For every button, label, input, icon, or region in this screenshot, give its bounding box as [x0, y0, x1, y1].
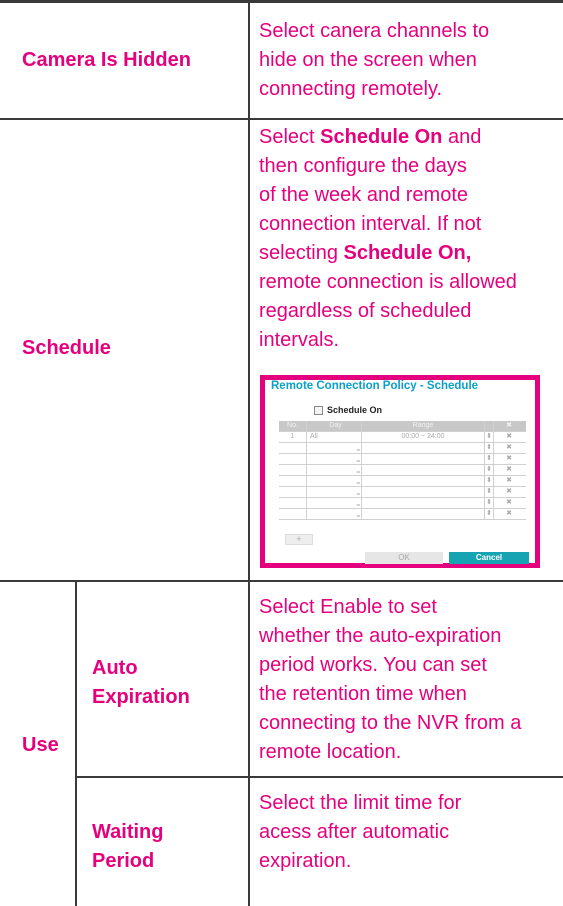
spinner-icon[interactable]: ⬍: [485, 509, 494, 519]
sub-column-divider: [75, 582, 77, 906]
delete-row-icon[interactable]: ✖: [494, 432, 524, 442]
delete-row-icon[interactable]: ✖: [494, 476, 524, 486]
waiting-period-label: Waiting Period: [92, 821, 164, 872]
spinner-icon[interactable]: ⬍: [485, 443, 494, 453]
schedule-table: No. Day Range ✖ 1 All 00:00 ~ 24:00 ⬍ ✖ …: [279, 421, 526, 520]
column-divider: [248, 0, 250, 906]
camera-hidden-description: Select canera channels to hide on the sc…: [259, 20, 490, 100]
delete-row-icon[interactable]: ✖: [494, 443, 524, 453]
spinner-icon[interactable]: ⬍: [485, 454, 494, 464]
auto-expiration-label: Auto Expiration: [92, 657, 190, 708]
spinner-icon[interactable]: ⬍: [485, 432, 494, 442]
row-divider: [0, 118, 563, 120]
ok-button[interactable]: OK: [365, 552, 443, 564]
row-divider: [0, 580, 563, 582]
waiting-period-description: Select the limit time for acess after au…: [259, 792, 462, 872]
delete-row-icon[interactable]: ✖: [494, 454, 524, 464]
delete-row-icon[interactable]: ✖: [494, 498, 524, 508]
table-row[interactable]: ‗ ⬍ ✖: [279, 509, 526, 520]
cancel-button[interactable]: Cancel: [449, 552, 529, 564]
dialog-title: Remote Connection Policy - Schedule: [271, 380, 479, 392]
schedule-label: Schedule: [22, 337, 111, 359]
table-top-border: [0, 0, 563, 3]
delete-row-icon[interactable]: ✖: [494, 509, 524, 519]
table-row[interactable]: 1 All 00:00 ~ 24:00 ⬍ ✖: [279, 432, 526, 443]
spinner-icon[interactable]: ⬍: [485, 498, 494, 508]
schedule-description: Select Schedule On and then configure th…: [259, 126, 517, 351]
delete-row-icon[interactable]: ✖: [494, 487, 524, 497]
add-row-button[interactable]: +: [285, 534, 313, 545]
schedule-dialog-screenshot: Remote Connection Policy - Schedule Sche…: [260, 375, 540, 568]
table-row[interactable]: ‗ ⬍ ✖: [279, 476, 526, 487]
row-divider: [76, 776, 563, 778]
table-row[interactable]: ‗ ⬍ ✖: [279, 498, 526, 509]
camera-hidden-label: Camera Is Hidden: [22, 49, 191, 71]
schedule-on-checkbox[interactable]: Schedule On: [314, 405, 382, 415]
table-row[interactable]: ‗ ⬍ ✖: [279, 443, 526, 454]
table-row[interactable]: ‗ ⬍ ✖: [279, 465, 526, 476]
checkbox-icon[interactable]: [314, 405, 323, 415]
table-row[interactable]: ‗ ⬍ ✖: [279, 454, 526, 465]
table-row[interactable]: ‗ ⬍ ✖: [279, 487, 526, 498]
table-header-row: No. Day Range ✖: [279, 421, 526, 432]
use-label: Use: [22, 734, 59, 756]
spinner-icon[interactable]: ⬍: [485, 465, 494, 475]
spinner-icon[interactable]: ⬍: [485, 476, 494, 486]
delete-row-icon[interactable]: ✖: [494, 465, 524, 475]
spinner-icon[interactable]: ⬍: [485, 487, 494, 497]
auto-expiration-description: Select Enable to set whether the auto-ex…: [259, 596, 522, 763]
delete-column-icon: ✖: [506, 422, 512, 429]
